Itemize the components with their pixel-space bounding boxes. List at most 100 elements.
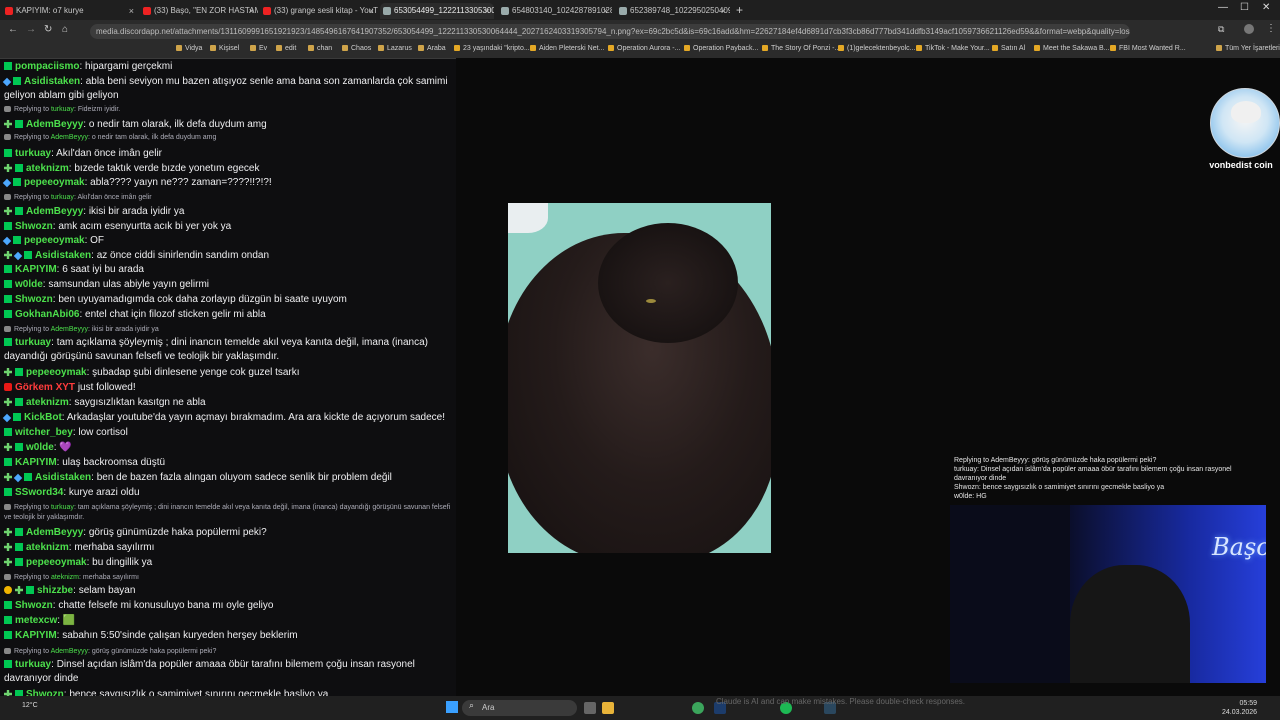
bookmark-item[interactable]: Ev (250, 44, 267, 54)
reply-target[interactable]: turkuay (51, 106, 74, 113)
bookmark-item[interactable]: Lazarus (378, 44, 412, 54)
close-icon[interactable]: × (485, 3, 490, 19)
tab-5[interactable]: 654803140_102428789102871...× (498, 3, 612, 19)
chat-username[interactable]: turkuay (15, 659, 51, 670)
close-icon[interactable]: × (721, 3, 726, 19)
menu-icon[interactable]: ⋮ (1266, 23, 1276, 34)
task-view-icon[interactable] (584, 702, 596, 714)
chat-username[interactable]: Shwozn (15, 221, 53, 232)
chat-text: abla???? yaıyn ne??? zaman=????!!?!?! (90, 177, 272, 188)
chat-username[interactable]: Asidistaken (24, 76, 80, 87)
forward-icon[interactable]: → (26, 24, 36, 35)
extensions-icon[interactable]: ⧉ (1218, 24, 1224, 35)
reply-target[interactable]: AdemBeyyy (51, 648, 88, 655)
new-tab-button[interactable]: + (736, 3, 743, 17)
bookmark-item[interactable]: Chaos (342, 44, 371, 54)
chat-message: shizzbe: selam bayan (4, 584, 452, 598)
reply-target[interactable]: AdemBeyyy (51, 326, 88, 333)
bookmark-item[interactable]: 23 yaşındaki "kripto... (454, 44, 530, 54)
bookmark-item[interactable]: (1)gelecektenbeyolc... (838, 44, 915, 54)
chat-username[interactable]: KickBot (24, 412, 62, 423)
minimize-button[interactable]: — (1218, 2, 1228, 13)
gem-badge-icon (4, 428, 12, 436)
clock[interactable]: 05:59 24.03.2026 (1222, 699, 1257, 717)
tab-2[interactable]: (33) Başo, "EN ZOR HASTAM K...× (140, 3, 258, 19)
chat-username[interactable]: SSword34 (15, 487, 63, 498)
close-icon[interactable]: × (603, 3, 608, 19)
tab-6[interactable]: 652389748_102295025040990...× (616, 3, 730, 19)
chat-username[interactable]: AdemBeyyy (26, 119, 83, 130)
gem-badge-icon (4, 338, 12, 346)
reload-icon[interactable]: ↻ (44, 24, 52, 35)
chat-username[interactable]: w0lde (15, 279, 43, 290)
all-bookmarks[interactable]: Tüm Yer İşaretleri (1216, 44, 1280, 54)
bookmark-item[interactable]: Kişisel (210, 44, 239, 54)
chat-username[interactable]: shizzbe (37, 585, 73, 596)
maximize-button[interactable]: ☐ (1240, 2, 1249, 13)
close-icon[interactable]: × (369, 3, 374, 19)
chat-username[interactable]: Görkem XYT (15, 382, 75, 393)
chat-username[interactable]: pepeeoymak (24, 235, 85, 246)
tab-4[interactable]: 653054499_122211330530064...× (380, 3, 494, 19)
chat-username[interactable]: Shwozn (15, 600, 53, 611)
close-window-button[interactable]: ✕ (1262, 2, 1270, 13)
bookmark-item[interactable]: TikTok - Make Your... (916, 44, 990, 54)
reply-target[interactable]: turkuay (51, 504, 74, 511)
chat-username[interactable]: witcher_bey (15, 427, 73, 438)
gem-badge-icon (13, 413, 21, 421)
chat-username[interactable]: AdemBeyyy (26, 527, 83, 538)
chat-username[interactable]: pepeeoymak (24, 177, 85, 188)
bookmark-item[interactable]: Satın Al (992, 44, 1025, 54)
chat-username[interactable]: GokhanAbi06 (15, 309, 79, 320)
bookmark-item[interactable]: The Story Of Ponzi -... (762, 44, 840, 54)
bookmark-item[interactable]: Araba (418, 44, 446, 54)
chat-username[interactable]: pompaciismo (15, 61, 79, 72)
gem-badge-icon (15, 207, 23, 215)
chat-username[interactable]: KAPIYIM (15, 630, 57, 641)
overlay-chat-line: Replying to AdemBeyyy: görüş günümüzde h… (954, 457, 1157, 464)
chat-username[interactable]: turkuay (15, 148, 51, 159)
bookmark-item[interactable]: FBI Most Wanted R... (1110, 44, 1186, 54)
reply-target[interactable]: turkuay (51, 194, 74, 201)
bookmark-item[interactable]: Vidya (176, 44, 202, 54)
url-field[interactable]: media.discordapp.net/attachments/1311609… (90, 24, 1130, 39)
chat-username[interactable]: pepeeoymak (26, 557, 87, 568)
back-icon[interactable]: ← (8, 24, 18, 35)
reply-target[interactable]: ateknizm (51, 574, 79, 581)
streamer-avatar (1210, 88, 1280, 158)
cat-photo[interactable] (508, 203, 771, 553)
bookmark-item[interactable]: chan (308, 44, 332, 54)
bookmark-item[interactable]: edit (276, 44, 296, 54)
close-icon[interactable]: × (249, 3, 254, 19)
chat-username[interactable]: Asidistaken (35, 250, 91, 261)
chat-username[interactable]: AdemBeyyy (26, 206, 83, 217)
plus-badge-icon (4, 398, 12, 406)
windows-start-icon[interactable] (446, 701, 458, 713)
chat-username[interactable]: pepeeoymak (26, 367, 87, 378)
sword-badge-icon (2, 236, 12, 246)
profile-icon[interactable] (1244, 24, 1254, 34)
chat-username[interactable]: ateknizm (26, 163, 69, 174)
weather-label[interactable]: 12°C (22, 702, 38, 709)
bookmark-item[interactable]: Operation Aurora -... (608, 44, 680, 54)
bookmark-item[interactable]: Operation Payback... (684, 44, 758, 54)
chat-username[interactable]: KAPIYIM (15, 457, 57, 468)
chat-username[interactable]: metexcw (15, 615, 57, 626)
file-explorer-icon[interactable] (602, 702, 614, 714)
close-icon[interactable]: × (129, 3, 134, 19)
chat-username[interactable]: turkuay (15, 337, 51, 348)
tab-3[interactable]: (33) grange sesli kitap - YouTub...× (260, 3, 378, 19)
chat-username[interactable]: Asidistaken (35, 472, 91, 483)
chat-username[interactable]: Shwozn (15, 294, 53, 305)
bookmark-item[interactable]: Meet the Sakawa B... (1034, 44, 1110, 54)
chat-username[interactable]: w0lde (26, 442, 54, 453)
tab-1[interactable]: KAPIYIM: o7 kurye × (2, 3, 138, 19)
reply-target[interactable]: AdemBeyyy (51, 134, 88, 141)
chat-username[interactable]: ateknizm (26, 542, 69, 553)
home-icon[interactable]: ⌂ (62, 24, 68, 35)
chrome-icon[interactable] (692, 702, 704, 714)
chat-username[interactable]: KAPIYIM (15, 264, 57, 275)
chat-username[interactable]: ateknizm (26, 397, 69, 408)
bookmark-item[interactable]: Aiden Pleterski Net... (530, 44, 604, 54)
taskbar-search[interactable]: Ara (462, 700, 577, 716)
